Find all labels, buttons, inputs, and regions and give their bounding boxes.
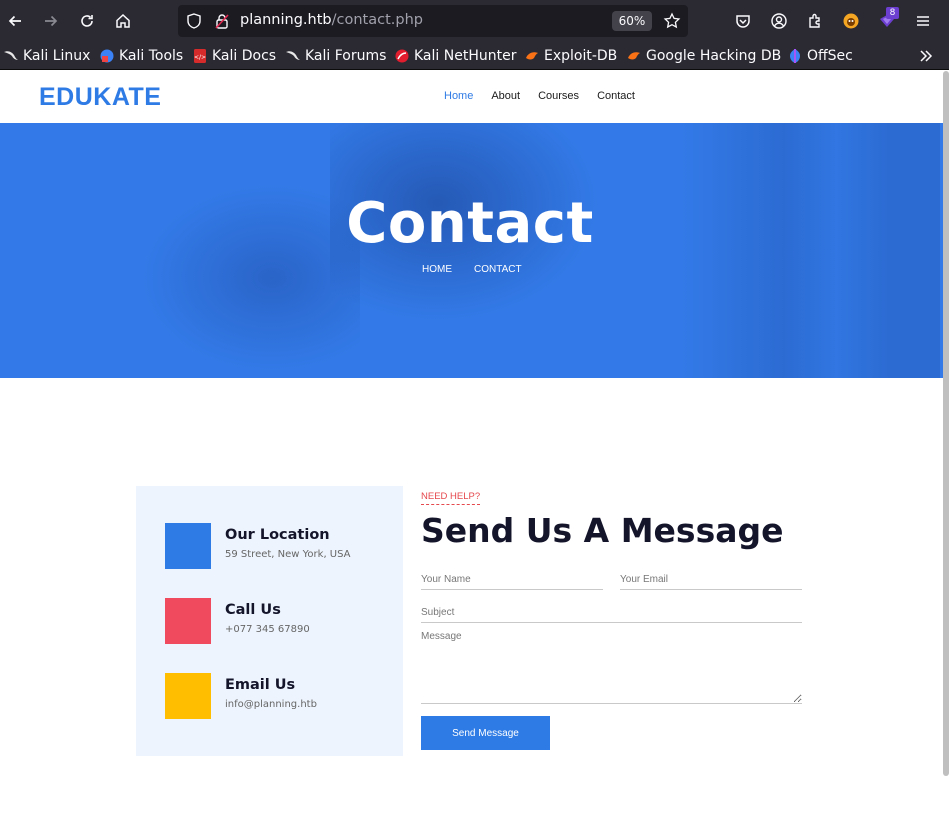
- back-icon[interactable]: [3, 9, 27, 33]
- home-icon[interactable]: [111, 9, 135, 33]
- email-icon: [165, 673, 211, 719]
- bookmark-star-icon[interactable]: [660, 9, 684, 33]
- browser-toolbar: planning.htb/contact.php 60% 8: [0, 0, 949, 42]
- insecure-lock-icon[interactable]: [210, 9, 234, 33]
- bookmark-label: Kali Docs: [212, 48, 277, 64]
- url-path: /contact.php: [331, 12, 423, 28]
- form-eyebrow: NEED HELP?: [421, 491, 481, 505]
- contact-info-value: info@planning.htb: [225, 699, 317, 710]
- bookmark-offsec[interactable]: OffSec: [787, 46, 853, 66]
- bookmark-google-hacking-db[interactable]: Google Hacking DB: [626, 46, 781, 66]
- hero-banner: Contact HOME CONTACT: [0, 123, 943, 378]
- form-title: Send Us A Message: [421, 511, 784, 550]
- url-bar[interactable]: planning.htb/contact.php 60%: [178, 5, 688, 37]
- extensions-icon[interactable]: [803, 9, 827, 33]
- bookmark-kali-nethunter[interactable]: Kali NetHunter: [394, 46, 516, 66]
- bookmarks-overflow-icon[interactable]: [914, 44, 938, 68]
- extension-fox-icon[interactable]: [839, 9, 863, 33]
- location-icon: [165, 523, 211, 569]
- pocket-icon[interactable]: [731, 9, 755, 33]
- nav-home[interactable]: Home: [444, 90, 473, 102]
- nav-links: Home About Courses Contact: [444, 90, 653, 102]
- page-title: Contact: [346, 191, 594, 256]
- subject-input[interactable]: [421, 602, 802, 623]
- ghdb-icon: [626, 48, 642, 64]
- send-message-button[interactable]: Send Message: [421, 716, 550, 750]
- email-input[interactable]: [620, 569, 802, 590]
- bookmark-label: Google Hacking DB: [646, 48, 782, 64]
- bookmark-label: Kali NetHunter: [414, 48, 517, 64]
- breadcrumb-home[interactable]: HOME: [422, 264, 452, 275]
- bookmark-label: Kali Linux: [23, 48, 91, 64]
- contact-phone: Call Us +077 345 67890: [165, 598, 385, 644]
- kali-docs-icon: </>: [192, 48, 208, 64]
- forward-icon[interactable]: [39, 9, 63, 33]
- bookmark-kali-docs[interactable]: </> Kali Docs: [192, 46, 276, 66]
- bookmark-kali-tools[interactable]: Kali Tools: [99, 46, 183, 66]
- extension-badge: 8: [886, 7, 899, 19]
- svg-text:</>: </>: [194, 54, 206, 61]
- contact-location: Our Location 59 Street, New York, USA: [165, 523, 385, 569]
- site-navbar: EDUKATE Home About Courses Contact: [0, 71, 943, 123]
- zoom-level[interactable]: 60%: [612, 11, 652, 31]
- phone-icon: [165, 598, 211, 644]
- breadcrumb: HOME CONTACT: [422, 264, 544, 275]
- kali-dragon-icon: [285, 48, 301, 64]
- menu-icon[interactable]: [911, 9, 935, 33]
- url-host: planning.htb: [240, 12, 332, 28]
- exploit-db-icon: [524, 48, 540, 64]
- contact-info-value: +077 345 67890: [225, 624, 310, 635]
- bookmark-kali-linux[interactable]: Kali Linux: [3, 46, 90, 66]
- kali-dragon-icon: [3, 48, 19, 64]
- name-input[interactable]: [421, 569, 603, 590]
- page-scrollbar[interactable]: [943, 71, 949, 776]
- nav-contact[interactable]: Contact: [597, 90, 635, 102]
- contact-form: NEED HELP? Send Us A Message Send Messag…: [421, 489, 803, 759]
- nav-about[interactable]: About: [491, 90, 520, 102]
- contact-info-panel: Our Location 59 Street, New York, USA Ca…: [136, 486, 403, 756]
- shield-icon[interactable]: [182, 9, 206, 33]
- web-page: EDUKATE Home About Courses Contact Conta…: [0, 71, 943, 823]
- bookmark-label: Kali Tools: [119, 48, 184, 64]
- offsec-icon: [787, 48, 803, 64]
- contact-info-value: 59 Street, New York, USA: [225, 549, 351, 560]
- bookmark-label: Exploit-DB: [544, 48, 618, 64]
- breadcrumb-contact: CONTACT: [474, 264, 522, 275]
- bookmark-exploit-db[interactable]: Exploit-DB: [524, 46, 617, 66]
- site-logo[interactable]: EDUKATE: [39, 83, 161, 112]
- message-textarea[interactable]: [421, 631, 802, 704]
- contact-info-title: Email Us: [225, 677, 296, 693]
- contact-info-title: Our Location: [225, 527, 330, 543]
- account-icon[interactable]: [767, 9, 791, 33]
- bookmarks-bar: Kali Linux Kali Tools </> Kali Docs Kali…: [0, 42, 949, 70]
- torn-paper-edge: [0, 338, 943, 378]
- bookmark-label: OffSec: [807, 48, 853, 64]
- nethunter-icon: [394, 48, 410, 64]
- reload-icon[interactable]: [75, 9, 99, 33]
- url-text: planning.htb/contact.php: [240, 12, 423, 28]
- contact-email: Email Us info@planning.htb: [165, 673, 385, 719]
- bookmark-kali-forums[interactable]: Kali Forums: [285, 46, 386, 66]
- bookmark-label: Kali Forums: [305, 48, 387, 64]
- contact-info-title: Call Us: [225, 602, 281, 618]
- kali-tools-icon: [99, 48, 115, 64]
- nav-courses[interactable]: Courses: [538, 90, 579, 102]
